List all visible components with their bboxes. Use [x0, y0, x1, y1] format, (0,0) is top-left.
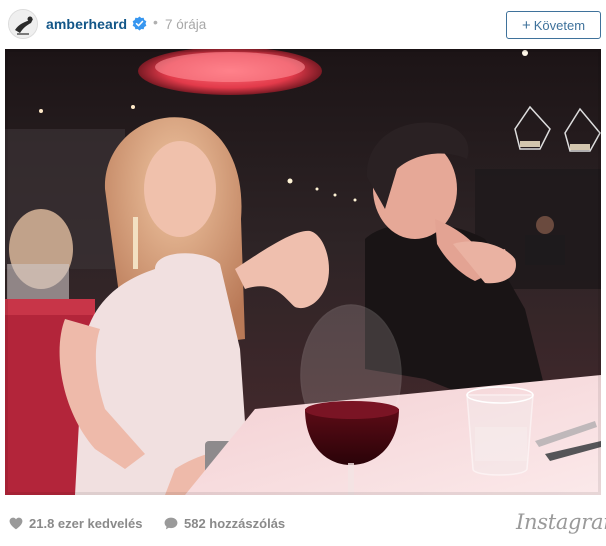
comments-count: 582 hozzászólás [184, 516, 286, 531]
post-header: amberheard • 7 órája + Követem [0, 0, 606, 48]
plus-icon: + [521, 16, 531, 34]
heart-icon [9, 517, 23, 530]
comment-bubble-icon [164, 517, 178, 530]
photo-image [5, 49, 601, 495]
instagram-logo[interactable]: Instagram [516, 510, 606, 534]
avatar[interactable] [8, 9, 38, 39]
username-link[interactable]: amberheard [46, 16, 127, 32]
verified-badge-icon [132, 16, 147, 31]
follow-button-label: Követem [533, 17, 586, 33]
post-timestamp[interactable]: 7 órája [165, 17, 206, 32]
comments-button[interactable]: 582 hozzászólás [164, 516, 285, 531]
follow-button[interactable]: + Követem [506, 11, 601, 39]
post-footer: 21.8 ezer kedvelés 582 hozzászólás Insta… [0, 500, 606, 546]
post-photo[interactable] [5, 49, 601, 495]
likes-button[interactable]: 21.8 ezer kedvelés [9, 516, 142, 531]
likes-count: 21.8 ezer kedvelés [29, 516, 143, 531]
separator-dot: • [153, 14, 158, 30]
avatar-image [9, 10, 37, 38]
